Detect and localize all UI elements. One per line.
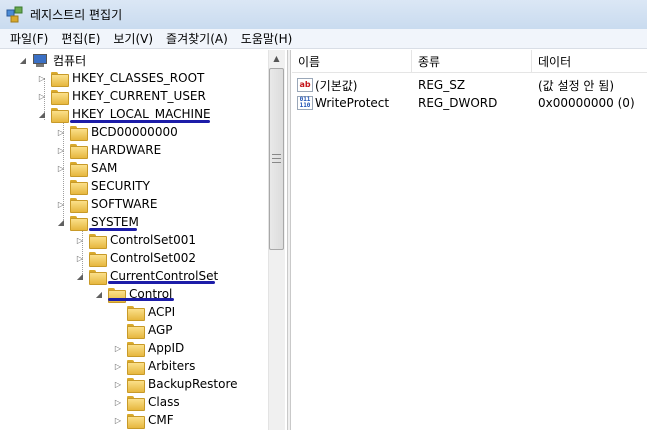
- expand-arrow-icon[interactable]: ▷: [56, 146, 66, 155]
- highlight-underline: [108, 298, 174, 301]
- collapse-arrow-icon[interactable]: ◢: [94, 290, 104, 299]
- tree-node-agp[interactable]: AGP: [113, 321, 173, 339]
- tree-node-sam[interactable]: ▷ SAM: [56, 159, 117, 177]
- folder-icon: [70, 161, 88, 177]
- folder-icon: [51, 89, 69, 105]
- expand-arrow-icon[interactable]: ▷: [56, 200, 66, 209]
- folder-icon: [51, 107, 69, 123]
- value-name: WriteProtect: [315, 96, 390, 110]
- menu-favorites[interactable]: 즐겨찾기(A): [166, 30, 228, 47]
- expand-arrow-icon[interactable]: ▷: [113, 380, 123, 389]
- expand-arrow-icon[interactable]: ▷: [113, 362, 123, 371]
- expand-arrow-icon[interactable]: ▷: [56, 164, 66, 173]
- folder-icon: [127, 341, 145, 357]
- tree-node-controlset001[interactable]: ▷ ControlSet001: [75, 231, 196, 249]
- tree-node-bcd[interactable]: ▷ BCD00000000: [56, 123, 178, 141]
- tree-node-appid[interactable]: ▷ AppID: [113, 339, 184, 357]
- tree-node-arbiters[interactable]: ▷ Arbiters: [113, 357, 195, 375]
- tree-node-controlset002[interactable]: ▷ ControlSet002: [75, 249, 196, 267]
- highlight-underline: [108, 281, 215, 284]
- value-data: (값 설정 안 됨): [538, 78, 615, 93]
- folder-icon: [127, 305, 145, 321]
- expand-arrow-icon[interactable]: ▷: [113, 344, 123, 353]
- tree-node-computer[interactable]: ◢ 컴퓨터: [18, 51, 86, 69]
- expand-arrow-icon[interactable]: ▷: [113, 416, 123, 425]
- menu-bar: 파일(F) 편집(E) 보기(V) 즐겨찾기(A) 도움말(H): [0, 29, 647, 49]
- title-bar: 레지스트리 편집기: [0, 0, 647, 29]
- folder-icon: [70, 143, 88, 159]
- folder-icon: [89, 233, 107, 249]
- pane-splitter[interactable]: [287, 50, 291, 430]
- string-value-icon: ab: [297, 78, 313, 92]
- computer-icon: [32, 53, 48, 67]
- value-row[interactable]: ab (기본값) REG_SZ (값 설정 안 됨): [292, 76, 647, 94]
- folder-icon: [89, 251, 107, 267]
- menu-view[interactable]: 보기(V): [113, 30, 153, 47]
- value-name: (기본값): [315, 78, 358, 93]
- folder-icon: [89, 269, 107, 285]
- folder-icon: [127, 395, 145, 411]
- window-title: 레지스트리 편집기: [30, 8, 123, 22]
- regedit-icon: [6, 6, 23, 22]
- tree-node-hkcr[interactable]: ▷ HKEY_CLASSES_ROOT: [37, 69, 204, 87]
- folder-icon: [51, 71, 69, 87]
- tree-node-acpi[interactable]: ACPI: [113, 303, 175, 321]
- folder-icon: [70, 125, 88, 141]
- collapse-arrow-icon[interactable]: ◢: [75, 272, 85, 281]
- tree-node-software[interactable]: ▷ SOFTWARE: [56, 195, 157, 213]
- tree-node-backuprestore[interactable]: ▷ BackupRestore: [113, 375, 238, 393]
- folder-icon: [127, 413, 145, 429]
- folder-icon: [127, 377, 145, 393]
- collapse-arrow-icon[interactable]: ◢: [18, 56, 28, 65]
- column-header-type[interactable]: 종류: [412, 50, 532, 73]
- tree-node-security[interactable]: SECURITY: [56, 177, 150, 195]
- menu-help[interactable]: 도움말(H): [241, 30, 293, 47]
- tree-node-class[interactable]: ▷ Class: [113, 393, 180, 411]
- value-type: REG_SZ: [418, 78, 466, 92]
- value-data: 0x00000000 (0): [538, 96, 635, 110]
- expand-arrow-icon[interactable]: ▷: [75, 254, 85, 263]
- folder-icon: [127, 323, 145, 339]
- expand-arrow-icon[interactable]: ▷: [37, 92, 47, 101]
- folder-icon: [70, 215, 88, 231]
- expand-arrow-icon[interactable]: ▷: [37, 74, 47, 83]
- collapse-arrow-icon[interactable]: ◢: [37, 110, 47, 119]
- column-header-data[interactable]: 데이터: [532, 50, 647, 73]
- tree-node-hardware[interactable]: ▷ HARDWARE: [56, 141, 161, 159]
- scroll-up-arrow-icon[interactable]: ▲: [268, 50, 285, 67]
- folder-icon: [70, 197, 88, 213]
- column-header-name[interactable]: 이름: [292, 50, 412, 73]
- value-type: REG_DWORD: [418, 96, 498, 110]
- expand-arrow-icon[interactable]: ▷: [56, 128, 66, 137]
- tree-node-cmf[interactable]: ▷ CMF: [113, 411, 174, 429]
- binary-value-icon: 011 110: [297, 96, 313, 110]
- scroll-grip-icon: [272, 154, 281, 163]
- list-header: 이름 종류 데이터: [292, 50, 647, 73]
- folder-icon: [70, 179, 88, 195]
- expand-arrow-icon[interactable]: ▷: [113, 398, 123, 407]
- expand-arrow-icon[interactable]: ▷: [75, 236, 85, 245]
- collapse-arrow-icon[interactable]: ◢: [56, 218, 66, 227]
- menu-file[interactable]: 파일(F): [10, 30, 48, 47]
- tree-node-hkcu[interactable]: ▷ HKEY_CURRENT_USER: [37, 87, 206, 105]
- folder-icon: [127, 359, 145, 375]
- value-row[interactable]: 011 110 WriteProtect REG_DWORD 0x0000000…: [292, 94, 647, 112]
- menu-edit[interactable]: 편집(E): [61, 30, 100, 47]
